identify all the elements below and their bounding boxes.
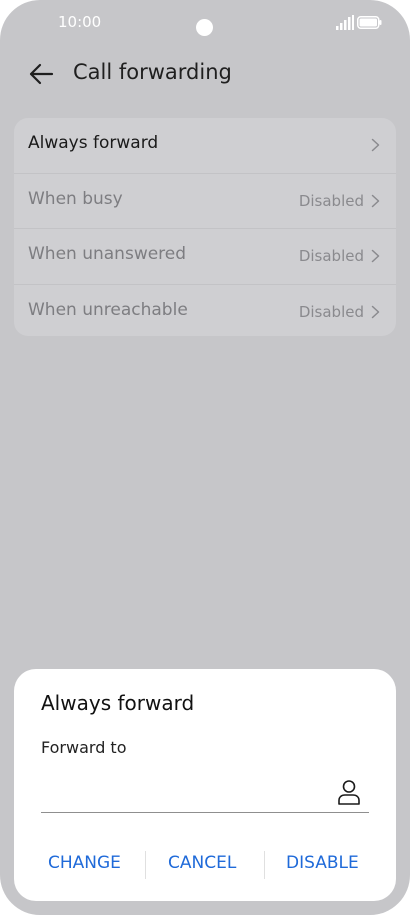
- chevron-right-icon: [371, 138, 380, 152]
- app-header: Call forwarding: [0, 56, 410, 92]
- option-when-unreachable[interactable]: When unreachable Disabled: [14, 285, 396, 340]
- forwarding-options-list: Always forward When busy Disabled When u…: [14, 118, 396, 336]
- phone-screen: 10:00 Call forwarding Always forward Whe…: [0, 0, 410, 915]
- forward-to-label: Forward to: [41, 738, 127, 757]
- camera-cutout: [196, 19, 213, 36]
- change-button[interactable]: CHANGE: [48, 853, 121, 873]
- chevron-right-icon: [371, 249, 380, 263]
- cancel-button[interactable]: CANCEL: [168, 853, 236, 873]
- option-status: Disabled: [298, 191, 364, 210]
- option-label: Always forward: [28, 133, 159, 153]
- action-divider: [145, 851, 146, 879]
- forward-number-input[interactable]: [41, 770, 369, 813]
- always-forward-dialog: Always forward Forward to CHANGE CANCEL …: [14, 669, 396, 901]
- option-status: Disabled: [298, 247, 364, 265]
- status-bar: 10:00: [0, 0, 410, 46]
- dialog-title: Always forward: [41, 691, 195, 715]
- option-status: Disabled: [298, 302, 364, 321]
- option-always-forward[interactable]: Always forward: [14, 118, 396, 174]
- option-label: When unreachable: [28, 299, 188, 320]
- battery-icon: [357, 16, 382, 29]
- option-label: When unanswered: [28, 244, 187, 264]
- back-arrow-icon[interactable]: [28, 61, 54, 87]
- chevron-right-icon: [371, 305, 380, 318]
- disable-button[interactable]: DISABLE: [286, 853, 359, 873]
- chevron-right-icon: [371, 194, 380, 207]
- action-divider: [264, 851, 265, 879]
- signal-icon: [336, 15, 354, 30]
- option-when-unanswered[interactable]: When unanswered Disabled: [14, 229, 396, 285]
- contact-picker-icon[interactable]: [337, 779, 361, 805]
- option-when-busy[interactable]: When busy Disabled: [14, 174, 396, 229]
- option-label: When busy: [28, 188, 123, 209]
- dialog-actions: CHANGE CANCEL DISABLE: [14, 849, 396, 885]
- status-time: 10:00: [58, 13, 102, 31]
- page-title: Call forwarding: [73, 60, 232, 84]
